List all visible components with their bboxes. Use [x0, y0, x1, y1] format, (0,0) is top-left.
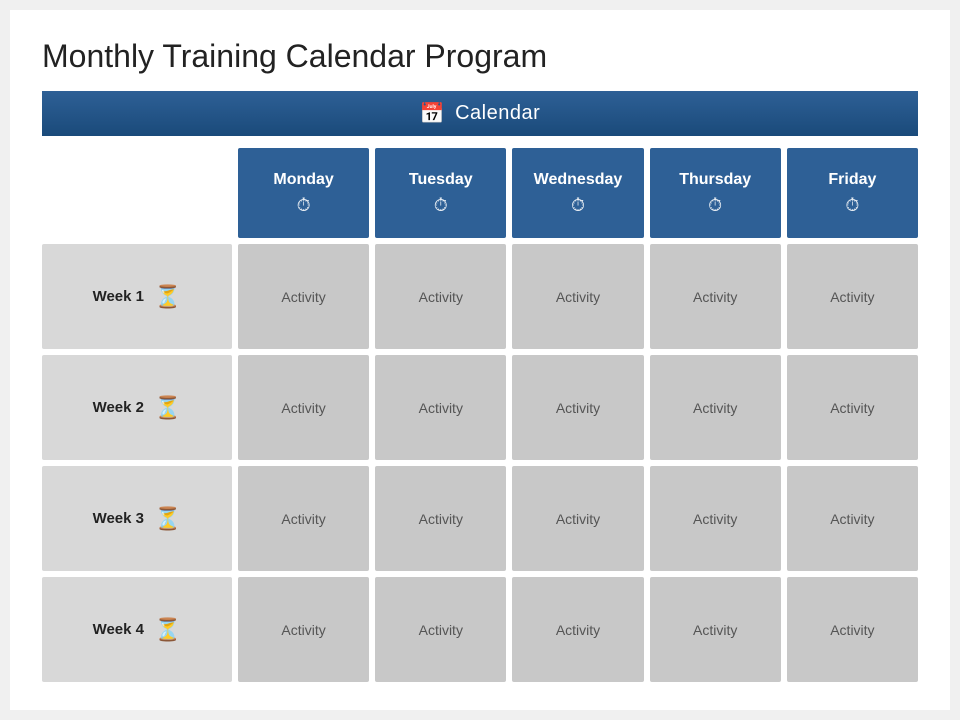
stopwatch-icon-tuesday: ⏱: [434, 195, 448, 216]
week-1-label: Week 1: [93, 288, 144, 305]
activity-w1-tue: Activity: [375, 244, 506, 349]
calendar-header-label: Calendar: [455, 102, 540, 125]
week-4-label: Week 4: [93, 621, 144, 638]
hourglass-icon-week2: ⏳: [154, 395, 181, 421]
day-header-monday: Monday ⏱: [238, 148, 369, 238]
activity-w3-mon: Activity: [238, 466, 369, 571]
activity-w3-wed: Activity: [512, 466, 643, 571]
day-name-friday: Friday: [828, 171, 876, 189]
hourglass-icon-week1: ⏳: [154, 284, 181, 310]
day-name-thursday: Thursday: [679, 171, 751, 189]
calendar-grid: Monday ⏱ Tuesday ⏱ Wednesday ⏱ Thursday …: [42, 148, 918, 682]
hourglass-icon-week4: ⏳: [154, 617, 181, 643]
activity-w2-mon: Activity: [238, 355, 369, 460]
activity-w2-tue: Activity: [375, 355, 506, 460]
activity-w2-thu: Activity: [650, 355, 781, 460]
activity-w3-thu: Activity: [650, 466, 781, 571]
day-header-friday: Friday ⏱: [787, 148, 918, 238]
stopwatch-icon-monday: ⏱: [297, 195, 311, 216]
day-name-monday: Monday: [273, 171, 333, 189]
slide: Monthly Training Calendar Program 📅 Cale…: [10, 10, 950, 710]
activity-w4-tue: Activity: [375, 577, 506, 682]
activity-w4-mon: Activity: [238, 577, 369, 682]
day-name-tuesday: Tuesday: [409, 171, 473, 189]
day-name-wednesday: Wednesday: [534, 171, 623, 189]
activity-w1-wed: Activity: [512, 244, 643, 349]
day-header-tuesday: Tuesday ⏱: [375, 148, 506, 238]
activity-w1-mon: Activity: [238, 244, 369, 349]
week-label-4: Week 4 ⏳: [42, 577, 232, 682]
activity-w3-fri: Activity: [787, 466, 918, 571]
stopwatch-icon-wednesday: ⏱: [571, 195, 585, 216]
hourglass-icon-week3: ⏳: [154, 506, 181, 532]
week-label-3: Week 3 ⏳: [42, 466, 232, 571]
activity-w3-tue: Activity: [375, 466, 506, 571]
stopwatch-icon-thursday: ⏱: [708, 195, 722, 216]
header-empty-cell: [42, 148, 232, 238]
activity-w4-wed: Activity: [512, 577, 643, 682]
stopwatch-icon-friday: ⏱: [845, 195, 859, 216]
week-3-label: Week 3: [93, 510, 144, 527]
week-label-1: Week 1 ⏳: [42, 244, 232, 349]
activity-w1-thu: Activity: [650, 244, 781, 349]
activity-w2-fri: Activity: [787, 355, 918, 460]
slide-title: Monthly Training Calendar Program: [42, 38, 918, 75]
activity-w1-fri: Activity: [787, 244, 918, 349]
activity-w2-wed: Activity: [512, 355, 643, 460]
activity-w4-fri: Activity: [787, 577, 918, 682]
week-2-label: Week 2: [93, 399, 144, 416]
week-label-2: Week 2 ⏳: [42, 355, 232, 460]
calendar-header-bar: 📅 Calendar: [42, 91, 918, 136]
day-header-thursday: Thursday ⏱: [650, 148, 781, 238]
activity-w4-thu: Activity: [650, 577, 781, 682]
calendar-icon: 📅: [420, 101, 445, 126]
day-header-wednesday: Wednesday ⏱: [512, 148, 643, 238]
